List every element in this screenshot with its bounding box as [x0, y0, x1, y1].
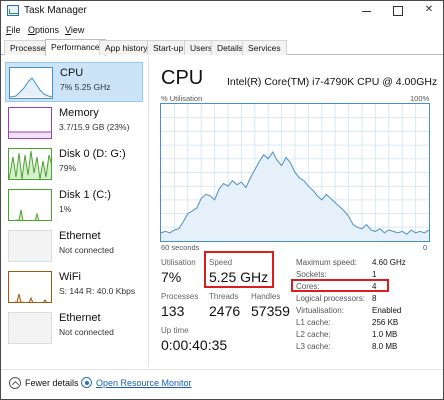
- resource-monitor-icon: [81, 377, 92, 388]
- sidebar-ethernet1-sub: Not connected: [59, 245, 114, 255]
- l2-cache-label: L2 cache:: [296, 330, 331, 339]
- handles-value: 57359: [251, 303, 290, 319]
- sidebar-item-disk0[interactable]: Disk 0 (D: G:) 79%: [5, 144, 143, 184]
- zero-axis-label: 0: [423, 243, 428, 252]
- logical-processors-value: 8: [372, 294, 377, 303]
- sidebar-item-memory[interactable]: Memory 3.7/15.9 GB (23%): [5, 103, 143, 143]
- max-speed-label: Maximum speed:: [296, 258, 357, 267]
- ethernet1-thumbnail: [8, 230, 52, 262]
- tab-services[interactable]: Services: [242, 40, 287, 55]
- menu-view[interactable]: View: [65, 25, 84, 35]
- tab-app-history[interactable]: App history: [99, 40, 154, 55]
- menu-file[interactable]: File: [6, 25, 21, 35]
- title-bar: Task Manager ✕: [1, 1, 443, 21]
- cpu-model-name: Intel(R) Core(TM) i7-4790K CPU @ 4.00GHz: [227, 76, 438, 88]
- page-title: CPU: [161, 67, 204, 89]
- window-title: Task Manager: [24, 5, 87, 16]
- time-axis-label: 60 seconds: [161, 243, 200, 252]
- menu-options[interactable]: Options: [28, 25, 59, 35]
- close-button[interactable]: ✕: [419, 3, 439, 17]
- utilisation-axis-label: % Utilisation: [161, 94, 203, 103]
- sidebar-cpu-title: CPU: [60, 67, 84, 79]
- tab-bar: Processes Performance App history Start-…: [1, 39, 443, 56]
- uptime-label: Up time: [161, 326, 189, 335]
- sidebar-memory-title: Memory: [59, 107, 99, 119]
- max-speed-value: 4.60 GHz: [372, 258, 406, 267]
- uptime-value: 0:00:40:35: [161, 337, 228, 353]
- sidebar-item-cpu[interactable]: CPU 7% 5.25 GHz: [5, 62, 143, 102]
- wifi-thumbnail: [8, 271, 52, 303]
- sidebar-ethernet2-title: Ethernet: [59, 312, 101, 324]
- sidebar-item-ethernet-1[interactable]: Ethernet Not connected: [5, 226, 143, 266]
- utilisation-label: Utilisation: [161, 258, 196, 267]
- threads-value: 2476: [209, 303, 241, 319]
- sidebar-cpu-sub: 7% 5.25 GHz: [60, 82, 111, 92]
- sidebar-wifi-title: WiFi: [59, 271, 81, 283]
- sidebar-item-wifi[interactable]: WiFi S: 144 R: 40.0 Kbps: [5, 267, 143, 307]
- sidebar-item-ethernet-2[interactable]: Ethernet Not connected: [5, 308, 143, 348]
- sidebar-disk1-sub: 1%: [59, 204, 72, 214]
- cpu-thumbnail: [9, 67, 53, 99]
- task-manager-icon: [7, 5, 19, 16]
- cores-highlight-box: [291, 279, 389, 292]
- maximize-button[interactable]: [387, 3, 407, 17]
- open-resource-monitor-link[interactable]: Open Resource Monitor: [96, 378, 192, 388]
- menu-options-label: ptions: [35, 25, 60, 35]
- virtualisation-value: Enabled: [372, 306, 402, 315]
- sidebar-memory-sub: 3.7/15.9 GB (23%): [59, 122, 130, 132]
- utilisation-value: 7%: [161, 269, 182, 285]
- max-axis-label: 100%: [410, 94, 430, 103]
- sidebar-wifi-sub: S: 144 R: 40.0 Kbps: [59, 286, 136, 296]
- sockets-label: Sockets:: [296, 270, 327, 279]
- sidebar-disk0-sub: 79%: [59, 163, 77, 173]
- tab-start-up[interactable]: Start-up: [147, 40, 190, 55]
- menu-bar: File Options View: [1, 22, 443, 38]
- tab-performance[interactable]: Performance: [45, 39, 106, 56]
- cpu-utilisation-graph: [160, 103, 430, 242]
- sidebar-item-disk1[interactable]: Disk 1 (C:) 1%: [5, 185, 143, 225]
- l1-cache-value: 256 KB: [372, 318, 399, 327]
- disk1-thumbnail: [8, 189, 52, 221]
- task-manager-window: Task Manager ✕ File Options View Process…: [0, 0, 444, 400]
- speed-highlight-box: [204, 251, 274, 288]
- virtualisation-label: Virtualisation:: [296, 306, 344, 315]
- fewer-details-link[interactable]: Fewer details: [25, 378, 79, 388]
- l3-cache-value: 8.0 MB: [372, 342, 398, 351]
- processes-value: 133: [161, 303, 185, 319]
- sidebar-disk1-title: Disk 1 (C:): [59, 189, 111, 201]
- cpu-graph-svg: [160, 104, 430, 241]
- sidebar-ethernet1-title: Ethernet: [59, 230, 101, 242]
- l1-cache-label: L1 cache:: [296, 318, 331, 327]
- minimize-button[interactable]: [356, 3, 376, 17]
- sockets-value: 1: [372, 270, 377, 279]
- disk0-thumbnail: [8, 148, 52, 180]
- sidebar-disk0-title: Disk 0 (D: G:): [59, 148, 126, 160]
- l3-cache-label: L3 cache:: [296, 342, 331, 351]
- footer: Fewer details Open Resource Monitor: [1, 369, 443, 399]
- menu-options-mnemonic: O: [28, 25, 36, 35]
- l2-cache-value: 1.0 MB: [372, 330, 398, 339]
- menu-view-label: iew: [70, 25, 85, 35]
- menu-file-label: ile: [11, 25, 21, 35]
- handles-label: Handles: [251, 292, 281, 301]
- resource-sidebar: CPU 7% 5.25 GHz Memory 3.7/15.9 GB (23%)…: [1, 57, 149, 367]
- sidebar-ethernet2-sub: Not connected: [59, 327, 114, 337]
- logical-processors-label: Logical processors:: [296, 294, 365, 303]
- memory-thumbnail: [8, 107, 52, 139]
- ethernet2-thumbnail: [8, 312, 52, 344]
- threads-label: Threads: [209, 292, 239, 301]
- processes-label: Processes: [161, 292, 199, 301]
- chevron-up-icon[interactable]: [9, 377, 21, 389]
